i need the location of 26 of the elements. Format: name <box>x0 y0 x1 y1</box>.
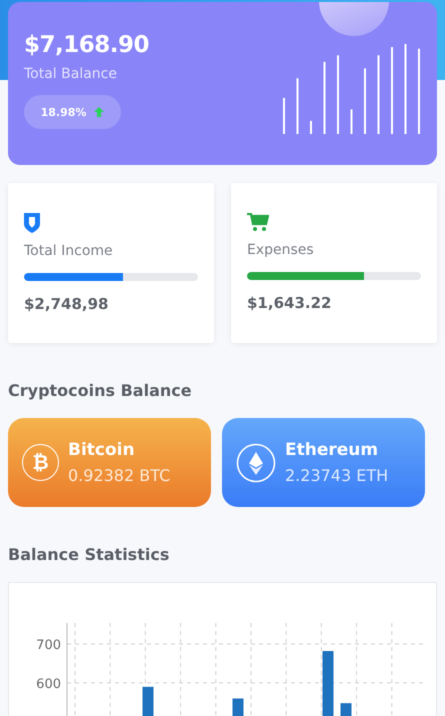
card-label: Expenses <box>247 242 315 258</box>
bar <box>322 651 334 716</box>
section-title: Balance Statistics <box>8 545 170 564</box>
bitcoin-icon: ₿ <box>22 444 59 481</box>
coin-card[interactable]: Ethereum 2.23743 ETH <box>222 418 425 507</box>
bar <box>142 686 154 716</box>
ethereum-icon <box>236 442 276 482</box>
balance-amount: $7,168.90 <box>24 32 149 58</box>
bar <box>232 698 244 716</box>
coin-name: Ethereum <box>285 440 380 460</box>
bar <box>340 703 352 716</box>
card-label: Total Income <box>24 243 114 259</box>
coin-amount: 2.23743 ETH <box>285 466 388 485</box>
card-amount: $1,643.22 <box>247 294 332 312</box>
coin-name: Bitcoin <box>68 440 136 460</box>
axis-label: 700 <box>36 638 61 654</box>
cart-icon <box>247 213 269 232</box>
axis-label: 600 <box>36 676 61 692</box>
card-amount: $2,748,98 <box>24 295 110 313</box>
coin-amount: 0.92382 BTC <box>68 466 170 485</box>
up-arrow-icon <box>94 107 104 117</box>
coin-card[interactable]: ₿ Bitcoin 0.92382 BTC <box>8 418 211 507</box>
shield-icon <box>24 213 40 233</box>
balance-label: Total Balance <box>24 66 118 82</box>
section-title: Cryptocoins Balance <box>8 381 193 400</box>
change-value: 18.98% <box>40 106 86 118</box>
